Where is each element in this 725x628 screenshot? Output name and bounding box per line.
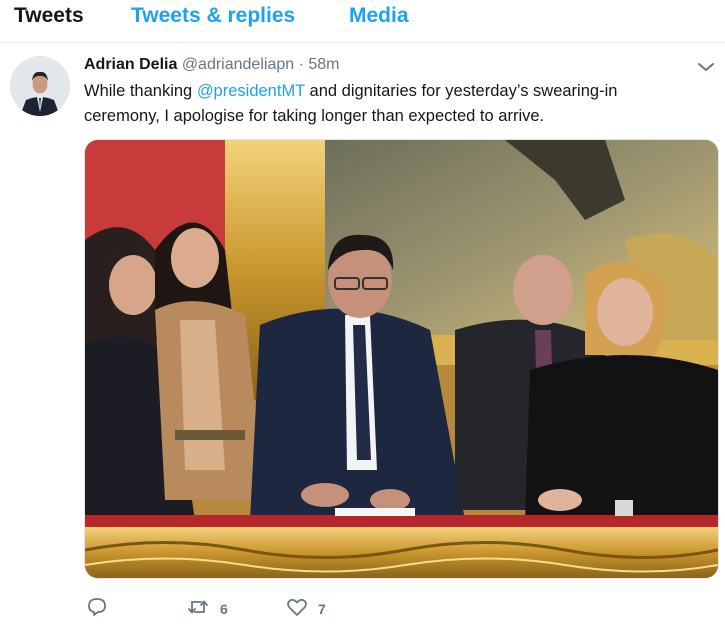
heart-icon <box>286 596 308 623</box>
tweet-text-part: While thanking <box>84 82 197 100</box>
tweet-actions: 6 7 <box>84 596 484 622</box>
like-button[interactable]: 7 <box>286 596 326 622</box>
retweet-count: 6 <box>220 601 228 617</box>
avatar[interactable] <box>10 56 70 116</box>
separator-dot: · <box>298 56 304 73</box>
author-name[interactable]: Adrian Delia <box>84 56 177 73</box>
tweet-photo[interactable] <box>84 139 719 579</box>
retweet-button[interactable]: 6 <box>186 596 228 622</box>
like-count: 7 <box>318 601 326 617</box>
author-handle[interactable]: @adriandeliapn <box>182 56 294 73</box>
tweet-text: While thanking @presidentMT and dignitar… <box>84 79 684 129</box>
tweet-header: Adrian Delia @adriandeliapn · 58m <box>84 56 340 74</box>
ceremony-photo <box>85 140 718 578</box>
reply-icon <box>86 596 108 623</box>
avatar-image <box>10 56 70 116</box>
profile-tabs: Tweets Tweets & replies Media <box>0 0 725 43</box>
tab-tweets-and-replies[interactable]: Tweets & replies <box>131 4 295 28</box>
tab-tweets[interactable]: Tweets <box>14 4 84 28</box>
tweet-timestamp[interactable]: 58m <box>308 56 339 73</box>
reply-button[interactable] <box>86 596 108 622</box>
tab-media[interactable]: Media <box>349 4 409 28</box>
retweet-icon <box>186 596 210 623</box>
mention-link[interactable]: @presidentMT <box>197 82 305 100</box>
chevron-down-icon[interactable] <box>696 58 716 76</box>
